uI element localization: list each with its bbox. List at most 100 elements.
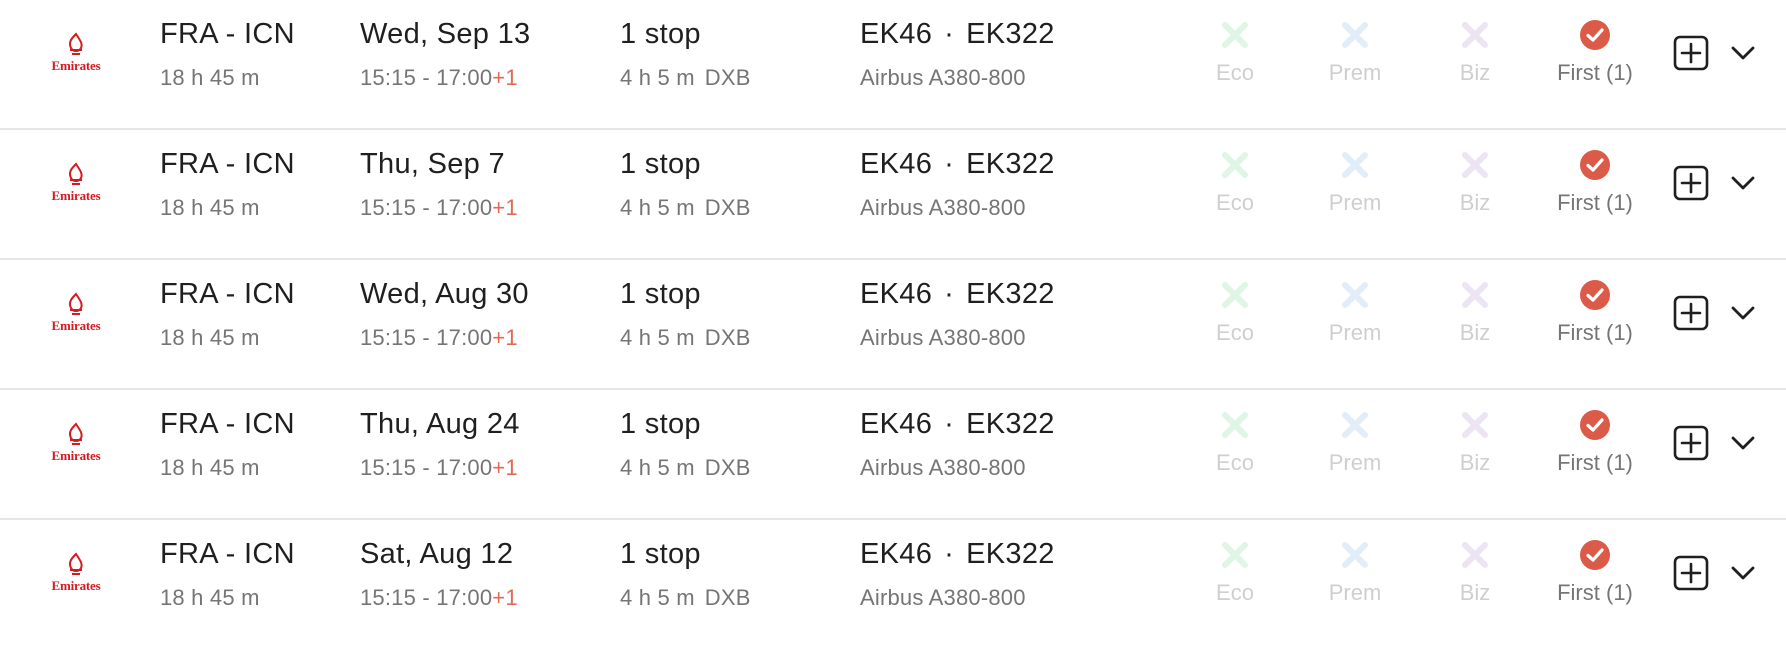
x-icon bbox=[1222, 542, 1248, 568]
stops-label: 1 stop bbox=[620, 538, 701, 570]
cabin-premium: Prem bbox=[1300, 406, 1410, 476]
stops-label: 1 stop bbox=[620, 18, 701, 50]
cabin-first[interactable]: First (1) bbox=[1540, 146, 1650, 216]
cabin-economy: Eco bbox=[1180, 146, 1290, 216]
emirates-logo-icon: Emirates bbox=[46, 550, 106, 594]
flight-row[interactable]: Emirates FRA - ICN 18 h 45 m Sat, Aug 12… bbox=[0, 520, 1786, 650]
flight-numbers: EK46 · EK322 bbox=[860, 278, 1055, 310]
emirates-logo-icon: Emirates bbox=[46, 420, 106, 464]
flight-number-1: EK46 bbox=[860, 538, 933, 570]
add-plus-icon[interactable] bbox=[1673, 555, 1709, 591]
chevron-down-icon[interactable] bbox=[1728, 300, 1758, 326]
cabin-premium: Prem bbox=[1300, 16, 1410, 86]
cabin-premium: Prem bbox=[1300, 276, 1410, 346]
cabin-first[interactable]: First (1) bbox=[1540, 536, 1650, 606]
flight-numbers: EK46 · EK322 bbox=[860, 408, 1055, 440]
x-icon bbox=[1342, 152, 1368, 178]
plus-day-badge: +1 bbox=[492, 325, 518, 350]
layover-info: 4 h 5 m DXB bbox=[620, 455, 751, 481]
cabin-first[interactable]: First (1) bbox=[1540, 406, 1650, 476]
duration-label: 18 h 45 m bbox=[160, 455, 260, 480]
plus-day-badge: +1 bbox=[492, 65, 518, 90]
cabin-premium: Prem bbox=[1300, 146, 1410, 216]
check-circle-icon bbox=[1580, 280, 1610, 310]
plus-day-badge: +1 bbox=[492, 455, 518, 480]
flight-number-1: EK46 bbox=[860, 278, 933, 310]
aircraft-label: Airbus A380-800 bbox=[860, 195, 1026, 220]
flight-row[interactable]: Emirates FRA - ICN 18 h 45 m Thu, Aug 24… bbox=[0, 390, 1786, 520]
stops-label: 1 stop bbox=[620, 148, 701, 180]
layover-info: 4 h 5 m DXB bbox=[620, 585, 751, 611]
layover-info: 4 h 5 m DXB bbox=[620, 195, 751, 221]
flight-number-1: EK46 bbox=[860, 408, 933, 440]
plus-day-badge: +1 bbox=[492, 195, 518, 220]
cabin-first[interactable]: First (1) bbox=[1540, 16, 1650, 86]
time-range: 15:15 - 17:00+1 bbox=[360, 195, 518, 220]
cabin-premium: Prem bbox=[1300, 536, 1410, 606]
chevron-down-icon[interactable] bbox=[1728, 560, 1758, 586]
duration-label: 18 h 45 m bbox=[160, 325, 260, 350]
duration-label: 18 h 45 m bbox=[160, 65, 260, 90]
flight-number-1: EK46 bbox=[860, 148, 933, 180]
plus-day-badge: +1 bbox=[492, 585, 518, 610]
x-icon bbox=[1342, 542, 1368, 568]
flight-number-2: EK322 bbox=[966, 18, 1055, 50]
departure-date: Thu, Aug 24 bbox=[360, 408, 520, 440]
cabin-business: Biz bbox=[1420, 146, 1530, 216]
layover-info: 4 h 5 m DXB bbox=[620, 325, 751, 351]
flight-number-2: EK322 bbox=[966, 408, 1055, 440]
flight-results-list: Emirates FRA - ICN 18 h 45 m Wed, Sep 13… bbox=[0, 0, 1786, 625]
duration-label: 18 h 45 m bbox=[160, 585, 260, 610]
cabin-economy: Eco bbox=[1180, 16, 1290, 86]
flight-number-2: EK322 bbox=[966, 148, 1055, 180]
flight-row[interactable]: Emirates FRA - ICN 18 h 45 m Wed, Aug 30… bbox=[0, 260, 1786, 390]
add-plus-icon[interactable] bbox=[1673, 165, 1709, 201]
add-plus-icon[interactable] bbox=[1673, 425, 1709, 461]
departure-date: Thu, Sep 7 bbox=[360, 148, 505, 180]
x-icon bbox=[1342, 412, 1368, 438]
stops-label: 1 stop bbox=[620, 278, 701, 310]
layover-duration: 4 h 5 m bbox=[620, 455, 695, 480]
cabin-business: Biz bbox=[1420, 536, 1530, 606]
route-label: FRA - ICN bbox=[160, 408, 295, 440]
flight-numbers: EK46 · EK322 bbox=[860, 148, 1055, 180]
aircraft-label: Airbus A380-800 bbox=[860, 65, 1026, 90]
check-circle-icon bbox=[1580, 150, 1610, 180]
chevron-down-icon[interactable] bbox=[1728, 170, 1758, 196]
layover-airport: DXB bbox=[704, 455, 751, 480]
route-label: FRA - ICN bbox=[160, 18, 295, 50]
emirates-logo-icon: Emirates bbox=[46, 30, 106, 74]
cabin-first[interactable]: First (1) bbox=[1540, 276, 1650, 346]
aircraft-label: Airbus A380-800 bbox=[860, 585, 1026, 610]
departure-date: Wed, Sep 13 bbox=[360, 18, 531, 50]
layover-duration: 4 h 5 m bbox=[620, 325, 695, 350]
x-icon bbox=[1342, 282, 1368, 308]
flight-numbers: EK46 · EK322 bbox=[860, 538, 1055, 570]
chevron-down-icon[interactable] bbox=[1728, 430, 1758, 456]
layover-info: 4 h 5 m DXB bbox=[620, 65, 751, 91]
flight-number-1: EK46 bbox=[860, 18, 933, 50]
chevron-down-icon[interactable] bbox=[1728, 40, 1758, 66]
time-range: 15:15 - 17:00+1 bbox=[360, 325, 518, 350]
emirates-logo-icon: Emirates bbox=[46, 160, 106, 204]
layover-duration: 4 h 5 m bbox=[620, 65, 695, 90]
route-label: FRA - ICN bbox=[160, 278, 295, 310]
flight-row[interactable]: Emirates FRA - ICN 18 h 45 m Wed, Sep 13… bbox=[0, 0, 1786, 130]
cabin-business: Biz bbox=[1420, 406, 1530, 476]
x-icon bbox=[1222, 152, 1248, 178]
x-icon bbox=[1462, 412, 1488, 438]
check-circle-icon bbox=[1580, 20, 1610, 50]
aircraft-label: Airbus A380-800 bbox=[860, 455, 1026, 480]
add-plus-icon[interactable] bbox=[1673, 35, 1709, 71]
cabin-economy: Eco bbox=[1180, 276, 1290, 346]
flight-row[interactable]: Emirates FRA - ICN 18 h 45 m Thu, Sep 7 … bbox=[0, 130, 1786, 260]
x-icon bbox=[1462, 22, 1488, 48]
emirates-logo-icon: Emirates bbox=[46, 290, 106, 334]
add-plus-icon[interactable] bbox=[1673, 295, 1709, 331]
x-icon bbox=[1222, 412, 1248, 438]
layover-duration: 4 h 5 m bbox=[620, 195, 695, 220]
time-range: 15:15 - 17:00+1 bbox=[360, 585, 518, 610]
route-label: FRA - ICN bbox=[160, 538, 295, 570]
check-circle-icon bbox=[1580, 540, 1610, 570]
route-label: FRA - ICN bbox=[160, 148, 295, 180]
